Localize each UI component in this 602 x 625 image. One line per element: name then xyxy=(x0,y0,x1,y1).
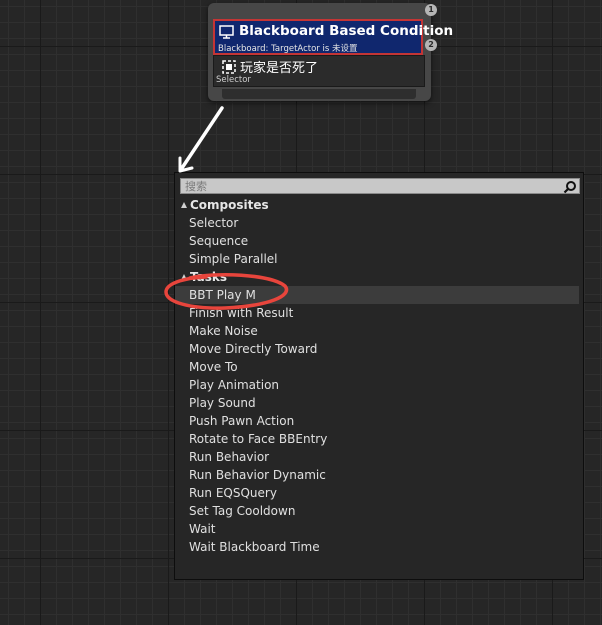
decorator-description: Blackboard: TargetActor is 未设置 xyxy=(218,44,358,54)
drag-arrow-annotation xyxy=(178,106,224,173)
menu-item-set-tag-cooldown[interactable]: Set Tag Cooldown xyxy=(175,502,579,520)
search-icon[interactable] xyxy=(563,179,577,198)
menu-item-selector[interactable]: Selector xyxy=(175,214,579,232)
menu-item-finish-with-result[interactable]: Finish with Result xyxy=(175,304,579,322)
collapse-triangle-icon[interactable] xyxy=(181,202,187,208)
menu-item-move-directly-toward[interactable]: Move Directly Toward xyxy=(175,340,579,358)
search-input[interactable] xyxy=(181,179,565,193)
menu-item-bbt-play-m[interactable]: BBT Play M xyxy=(175,286,579,304)
menu-item-rotate-to-face-bbentry[interactable]: Rotate to Face BBEntry xyxy=(175,430,579,448)
category-label: Composites xyxy=(190,198,269,212)
decorator-index-badge: 2 xyxy=(425,39,437,51)
node-index-badge: 1 xyxy=(425,4,437,16)
menu-item-move-to[interactable]: Move To xyxy=(175,358,579,376)
category-composites[interactable]: Composites xyxy=(181,198,269,212)
composite-type-label: Selector xyxy=(216,75,251,85)
category-label: Tasks xyxy=(190,270,228,284)
menu-item-run-eqsquery[interactable]: Run EQSQuery xyxy=(175,484,579,502)
composite-title: 玩家是否死了 xyxy=(240,61,319,76)
menu-item-play-sound[interactable]: Play Sound xyxy=(175,394,579,412)
menu-item-simple-parallel[interactable]: Simple Parallel xyxy=(175,250,579,268)
menu-item-run-behavior-dynamic[interactable]: Run Behavior Dynamic xyxy=(175,466,579,484)
menu-item-play-animation[interactable]: Play Animation xyxy=(175,376,579,394)
collapse-triangle-icon[interactable] xyxy=(181,274,187,280)
menu-item-push-pawn-action[interactable]: Push Pawn Action xyxy=(175,412,579,430)
search-box[interactable] xyxy=(180,178,580,194)
menu-item-make-noise[interactable]: Make Noise xyxy=(175,322,579,340)
add-node-context-menu: Composites Selector Sequence Simple Para… xyxy=(174,172,584,580)
decorator-blackboard-condition[interactable]: Blackboard Based Condition Blackboard: T… xyxy=(213,19,453,55)
menu-item-sequence[interactable]: Sequence xyxy=(175,232,579,250)
category-tasks[interactable]: Tasks xyxy=(181,270,227,284)
decorator-title: Blackboard Based Condition xyxy=(239,23,454,39)
menu-item-wait[interactable]: Wait xyxy=(175,520,579,538)
output-pin-bar[interactable] xyxy=(222,89,416,99)
decorator-icon xyxy=(219,24,234,43)
menu-item-run-behavior[interactable]: Run Behavior xyxy=(175,448,579,466)
behavior-tree-node[interactable]: 1 2 Blackboard Based Condition Blackboar… xyxy=(208,3,453,101)
menu-item-wait-blackboard-time[interactable]: Wait Blackboard Time xyxy=(175,538,579,556)
composite-selector-node[interactable]: 玩家是否死了 Selector xyxy=(213,55,425,87)
